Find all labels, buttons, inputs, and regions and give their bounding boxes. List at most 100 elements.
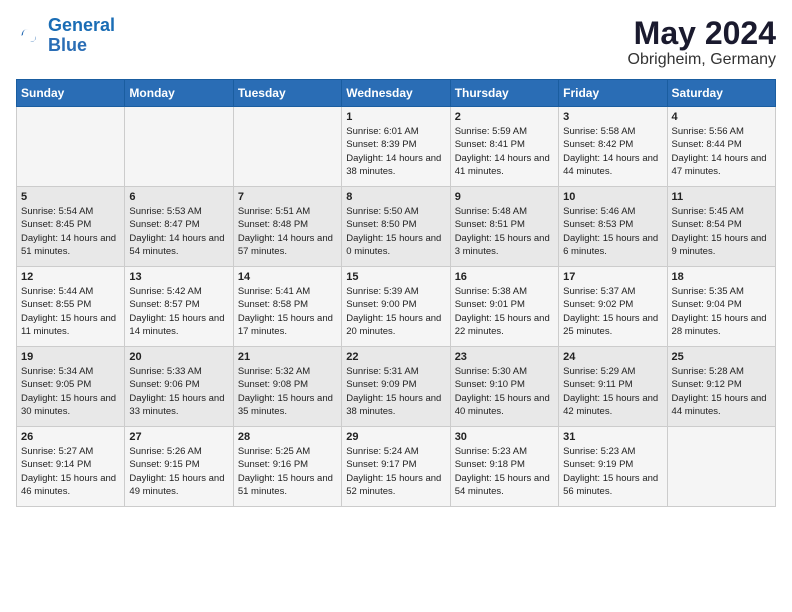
- calendar-cell: 11Sunrise: 5:45 AMSunset: 8:54 PMDayligh…: [667, 187, 775, 267]
- calendar-cell: 9 Sunrise: 5:48 AMSunset: 8:51 PMDaylight…: [450, 187, 558, 267]
- day-info: Sunrise: 5:54 AMSunset: 8:45 PMDaylight:…: [21, 205, 120, 258]
- day-number: 21: [238, 351, 337, 363]
- calendar-cell: 16 Sunrise: 5:38 AMSunset: 9:01 PMDayligh…: [450, 267, 558, 347]
- day-info: Sunrise: 5:37 AMSunset: 9:02 PMDaylight:…: [563, 285, 662, 338]
- day-number: 28: [238, 431, 337, 443]
- day-info: Sunrise: 5:25 AMSunset: 9:16 PMDaylight:…: [238, 445, 337, 498]
- day-number: 4: [672, 111, 771, 123]
- calendar-cell: [17, 107, 125, 187]
- day-number: 19: [21, 351, 120, 363]
- day-info: Sunrise: 5:46 AMSunset: 8:53 PMDaylight:…: [563, 205, 662, 258]
- day-info: Sunrise: 5:32 AMSunset: 9:08 PMDaylight:…: [238, 365, 337, 418]
- day-info: Sunrise: 5:38 AMSunset: 9:01 PMDaylight:…: [455, 285, 554, 338]
- calendar-cell: 10 Sunrise: 5:46 AMSunset: 8:53 PMDayligh…: [559, 187, 667, 267]
- calendar-cell: 13 Sunrise: 5:42 AMSunset: 8:57 PMDayligh…: [125, 267, 233, 347]
- day-info: Sunrise: 5:23 AMSunset: 9:19 PMDaylight:…: [563, 445, 662, 498]
- calendar-cell: [233, 107, 341, 187]
- day-number: 16: [455, 271, 554, 283]
- day-info: Sunrise: 5:53 AMSunset: 8:47 PMDaylight:…: [129, 205, 228, 258]
- calendar-week-row: 26 Sunrise: 5:27 AMSunset: 9:14 PMDayligh…: [17, 427, 776, 507]
- day-number: 8: [346, 191, 445, 203]
- header-tuesday: Tuesday: [233, 80, 341, 107]
- day-number: 14: [238, 271, 337, 283]
- calendar-cell: 4 Sunrise: 5:56 AMSunset: 8:44 PMDaylight…: [667, 107, 775, 187]
- day-number: 10: [563, 191, 662, 203]
- calendar-header-row: SundayMondayTuesdayWednesdayThursdayFrid…: [17, 80, 776, 107]
- day-info: Sunrise: 5:51 AMSunset: 8:48 PMDaylight:…: [238, 205, 337, 258]
- day-number: 7: [238, 191, 337, 203]
- day-info: Sunrise: 5:28 AMSunset: 9:12 PMDaylight:…: [672, 365, 771, 418]
- calendar-cell: 25 Sunrise: 5:28 AMSunset: 9:12 PMDayligh…: [667, 347, 775, 427]
- day-info: Sunrise: 5:48 AMSunset: 8:51 PMDaylight:…: [455, 205, 554, 258]
- day-info: Sunrise: 5:58 AMSunset: 8:42 PMDaylight:…: [563, 125, 662, 178]
- calendar-cell: 23 Sunrise: 5:30 AMSunset: 9:10 PMDayligh…: [450, 347, 558, 427]
- header-wednesday: Wednesday: [342, 80, 450, 107]
- calendar-cell: [125, 107, 233, 187]
- day-info: Sunrise: 6:01 AMSunset: 8:39 PMDaylight:…: [346, 125, 445, 178]
- day-number: 27: [129, 431, 228, 443]
- calendar-cell: 1Sunrise: 6:01 AMSunset: 8:39 PMDaylight…: [342, 107, 450, 187]
- day-info: Sunrise: 5:39 AMSunset: 9:00 PMDaylight:…: [346, 285, 445, 338]
- day-number: 9: [455, 191, 554, 203]
- day-info: Sunrise: 5:29 AMSunset: 9:11 PMDaylight:…: [563, 365, 662, 418]
- calendar-cell: 27 Sunrise: 5:26 AMSunset: 9:15 PMDayligh…: [125, 427, 233, 507]
- day-info: Sunrise: 5:41 AMSunset: 8:58 PMDaylight:…: [238, 285, 337, 338]
- calendar-cell: 22 Sunrise: 5:31 AMSunset: 9:09 PMDayligh…: [342, 347, 450, 427]
- title-block: May 2024 Obrigheim, Germany: [628, 16, 777, 69]
- day-number: 26: [21, 431, 120, 443]
- location-subtitle: Obrigheim, Germany: [628, 51, 777, 69]
- day-info: Sunrise: 5:27 AMSunset: 9:14 PMDaylight:…: [21, 445, 120, 498]
- calendar-cell: 30 Sunrise: 5:23 AMSunset: 9:18 PMDayligh…: [450, 427, 558, 507]
- calendar-cell: 24 Sunrise: 5:29 AMSunset: 9:11 PMDayligh…: [559, 347, 667, 427]
- day-number: 22: [346, 351, 445, 363]
- calendar-cell: 20 Sunrise: 5:33 AMSunset: 9:06 PMDayligh…: [125, 347, 233, 427]
- day-info: Sunrise: 5:26 AMSunset: 9:15 PMDaylight:…: [129, 445, 228, 498]
- calendar-cell: 6 Sunrise: 5:53 AMSunset: 8:47 PMDaylight…: [125, 187, 233, 267]
- header-friday: Friday: [559, 80, 667, 107]
- day-info: Sunrise: 5:31 AMSunset: 9:09 PMDaylight:…: [346, 365, 445, 418]
- day-info: Sunrise: 5:24 AMSunset: 9:17 PMDaylight:…: [346, 445, 445, 498]
- calendar-cell: 3 Sunrise: 5:58 AMSunset: 8:42 PMDaylight…: [559, 107, 667, 187]
- calendar-table: SundayMondayTuesdayWednesdayThursdayFrid…: [16, 79, 776, 507]
- calendar-cell: 19Sunrise: 5:34 AMSunset: 9:05 PMDayligh…: [17, 347, 125, 427]
- calendar-cell: 2Sunrise: 5:59 AMSunset: 8:41 PMDaylight…: [450, 107, 558, 187]
- day-number: 24: [563, 351, 662, 363]
- day-number: 3: [563, 111, 662, 123]
- page-header: General Blue May 2024 Obrigheim, Germany: [16, 16, 776, 69]
- header-sunday: Sunday: [17, 80, 125, 107]
- day-number: 23: [455, 351, 554, 363]
- day-info: Sunrise: 5:59 AMSunset: 8:41 PMDaylight:…: [455, 125, 554, 178]
- calendar-cell: 17 Sunrise: 5:37 AMSunset: 9:02 PMDayligh…: [559, 267, 667, 347]
- day-info: Sunrise: 5:30 AMSunset: 9:10 PMDaylight:…: [455, 365, 554, 418]
- header-monday: Monday: [125, 80, 233, 107]
- day-number: 6: [129, 191, 228, 203]
- calendar-cell: 15 Sunrise: 5:39 AMSunset: 9:00 PMDayligh…: [342, 267, 450, 347]
- header-saturday: Saturday: [667, 80, 775, 107]
- calendar-cell: 31 Sunrise: 5:23 AMSunset: 9:19 PMDayligh…: [559, 427, 667, 507]
- day-number: 20: [129, 351, 228, 363]
- calendar-cell: 21 Sunrise: 5:32 AMSunset: 9:08 PMDayligh…: [233, 347, 341, 427]
- calendar-cell: 12Sunrise: 5:44 AMSunset: 8:55 PMDayligh…: [17, 267, 125, 347]
- day-number: 25: [672, 351, 771, 363]
- logo-text: General Blue: [48, 16, 115, 56]
- calendar-cell: 26 Sunrise: 5:27 AMSunset: 9:14 PMDayligh…: [17, 427, 125, 507]
- day-number: 15: [346, 271, 445, 283]
- logo-icon: [16, 22, 44, 50]
- day-number: 17: [563, 271, 662, 283]
- day-number: 13: [129, 271, 228, 283]
- day-info: Sunrise: 5:23 AMSunset: 9:18 PMDaylight:…: [455, 445, 554, 498]
- day-info: Sunrise: 5:33 AMSunset: 9:06 PMDaylight:…: [129, 365, 228, 418]
- calendar-cell: 29 Sunrise: 5:24 AMSunset: 9:17 PMDayligh…: [342, 427, 450, 507]
- day-info: Sunrise: 5:35 AMSunset: 9:04 PMDaylight:…: [672, 285, 771, 338]
- day-number: 18: [672, 271, 771, 283]
- calendar-week-row: 19Sunrise: 5:34 AMSunset: 9:05 PMDayligh…: [17, 347, 776, 427]
- day-number: 31: [563, 431, 662, 443]
- day-number: 30: [455, 431, 554, 443]
- day-info: Sunrise: 5:42 AMSunset: 8:57 PMDaylight:…: [129, 285, 228, 338]
- logo: General Blue: [16, 16, 115, 56]
- calendar-week-row: 12Sunrise: 5:44 AMSunset: 8:55 PMDayligh…: [17, 267, 776, 347]
- day-number: 29: [346, 431, 445, 443]
- calendar-cell: 14 Sunrise: 5:41 AMSunset: 8:58 PMDayligh…: [233, 267, 341, 347]
- day-info: Sunrise: 5:56 AMSunset: 8:44 PMDaylight:…: [672, 125, 771, 178]
- month-year-title: May 2024: [628, 16, 777, 51]
